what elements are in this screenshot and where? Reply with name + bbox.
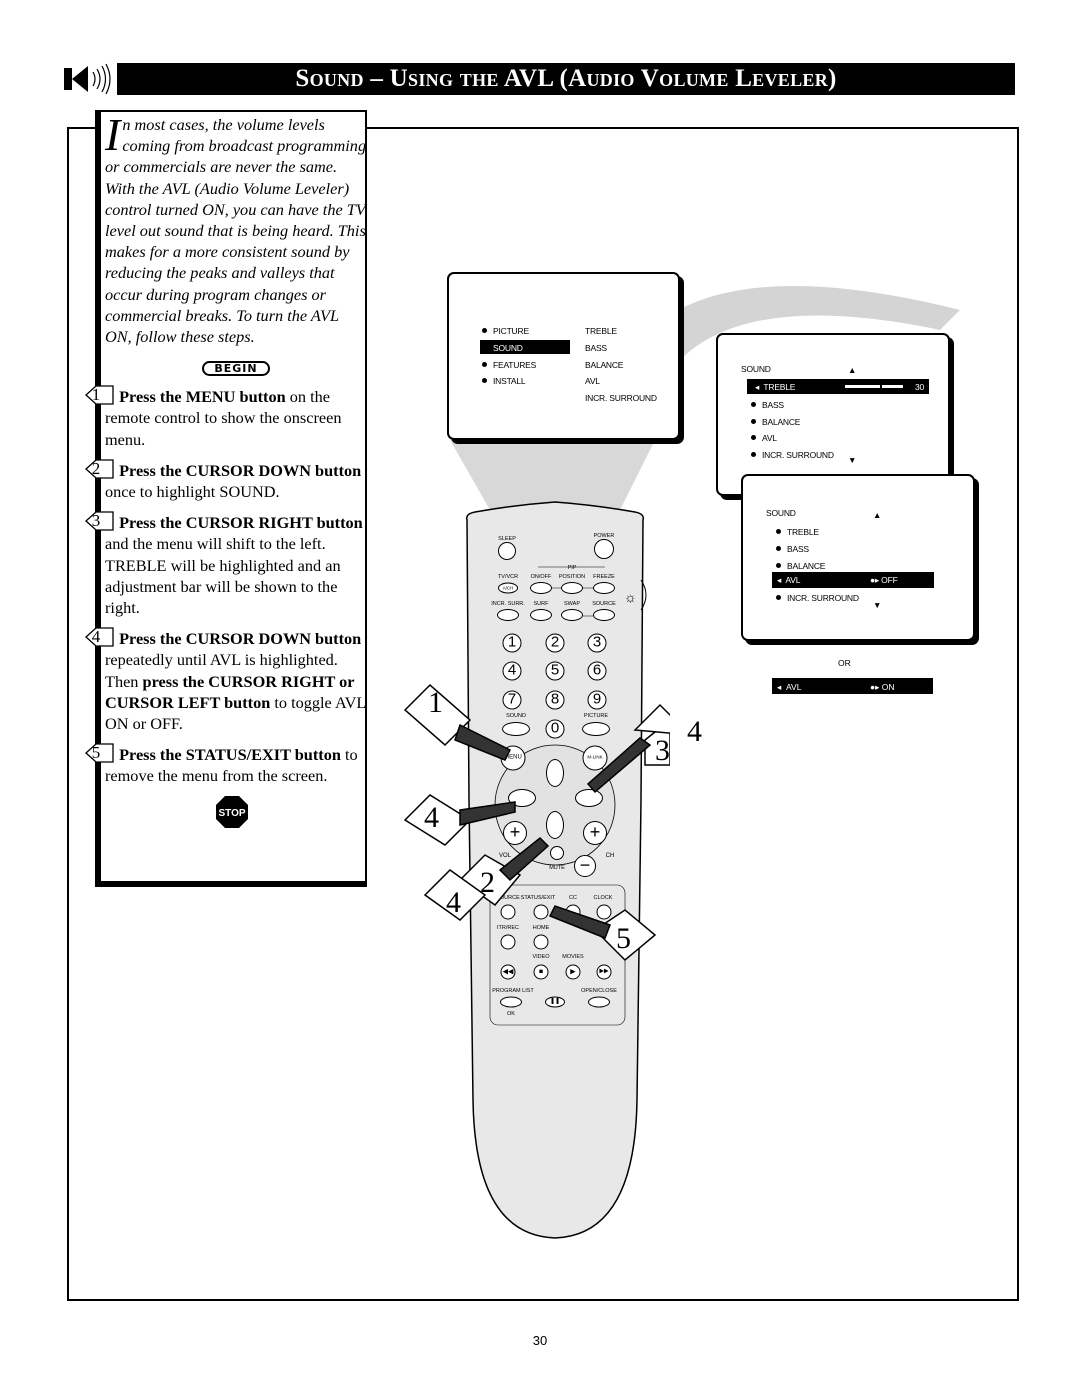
step-action: Press the CURSOR RIGHT button	[119, 513, 363, 533]
step-3: 3 Press the CURSOR RIGHT button and the …	[85, 510, 367, 618]
pip-onoff-label: ON/OFF	[530, 574, 552, 580]
digit-2-button[interactable]: 2	[545, 633, 565, 653]
menu-title: SOUND	[741, 364, 771, 374]
surf-button[interactable]	[530, 609, 552, 621]
step-action: Press the STATUS/EXIT button	[119, 745, 341, 765]
tvvcr-label: TV/VCR	[497, 574, 519, 580]
step-number-badge: 3	[85, 510, 115, 532]
callout-step-4: 4	[446, 886, 461, 919]
submenu-item: AVL	[585, 376, 600, 386]
step-5: 5 Press the STATUS/EXIT button to remove…	[85, 742, 367, 786]
sleep-button[interactable]	[498, 542, 516, 560]
speaker-icon	[62, 62, 112, 96]
pip-onoff-button[interactable]	[530, 582, 552, 594]
menu-item-features[interactable]: FEATURES	[482, 360, 536, 370]
digit-6-button[interactable]: 6	[587, 661, 607, 681]
source-label: SOURCE	[592, 601, 616, 607]
swap-label: SWAP	[564, 601, 580, 607]
pip-position-label: POSITION	[558, 574, 586, 580]
pip-position-button[interactable]	[561, 582, 583, 594]
program-list-label: PROGRAM LIST	[492, 988, 534, 994]
callout-step-1: 1	[428, 686, 443, 719]
or-label: OR	[838, 658, 851, 668]
step-number-badge: 5	[85, 742, 115, 764]
step-action: Press the CURSOR DOWN button	[119, 460, 362, 480]
a-ch-button[interactable]: A/CH	[498, 582, 518, 594]
intro-paragraph: In most cases, the volume levels coming …	[105, 109, 367, 347]
step-1: 1 Press the MENU button on the remote co…	[85, 384, 367, 450]
svg-text:STOP: STOP	[218, 808, 245, 819]
menu-item-install[interactable]: INSTALL	[482, 376, 526, 386]
source-button[interactable]	[593, 609, 615, 621]
menu-title: SOUND	[766, 508, 796, 518]
instructions-column: In most cases, the volume levels coming …	[85, 109, 367, 887]
program-list-ok-button[interactable]	[500, 996, 522, 1008]
intro-text: n most cases, the volume levels coming f…	[105, 115, 367, 347]
treble-level-bar[interactable]	[845, 385, 903, 388]
step-2: 2 Press the CURSOR DOWN button once to h…	[85, 458, 367, 502]
incr-surr-label: INCR. SURR.	[491, 601, 525, 607]
digit-5-button[interactable]: 5	[545, 661, 565, 681]
drop-cap: I	[105, 109, 121, 160]
step-action: Press the CURSOR DOWN button	[119, 629, 362, 649]
incr-surr-button[interactable]	[497, 609, 519, 621]
begin-badge: BEGIN	[202, 361, 270, 377]
swap-button[interactable]	[561, 609, 583, 621]
sound-menu-treble-screen: SOUND ▲ ◂ TREBLE 30 BASS BALANCE AVL INC…	[716, 333, 950, 496]
page-title: Sound – Using the AVL (Audio Volume Leve…	[117, 63, 1015, 95]
menu-item-sound-selected[interactable]: SOUND	[480, 340, 570, 354]
menu-item-avl-selected[interactable]: ◂ AVL ●▸ OFF	[772, 572, 934, 588]
digit-3-button[interactable]: 3	[587, 633, 607, 653]
callout-step-3: 3	[655, 734, 670, 767]
freeze-button[interactable]	[593, 582, 615, 594]
step-number-badge: 4	[85, 626, 115, 648]
page-number: 30	[532, 1333, 548, 1348]
pause-button[interactable]: ❚❚	[545, 996, 565, 1008]
submenu-item: BASS	[585, 343, 607, 353]
open-close-button[interactable]	[588, 996, 610, 1008]
stop-sign-icon: STOP	[216, 795, 248, 828]
power-button[interactable]	[594, 539, 614, 559]
step-number-badge: 2	[85, 458, 115, 480]
main-menu-screen: PICTURE SOUND FEATURES INSTALL TREBLE BA…	[447, 272, 680, 440]
digit-4-button[interactable]: 4	[502, 661, 522, 681]
surf-label: SURF	[533, 601, 549, 607]
callout-step-4: 4	[687, 715, 702, 748]
sound-menu-avl-screen: SOUND ▲ TREBLE BASS BALANCE ◂ AVL ●▸ OFF …	[741, 474, 975, 641]
step-4: 4 Press the CURSOR DOWN button repeatedl…	[85, 626, 367, 734]
menu-item-picture[interactable]: PICTURE	[482, 326, 529, 336]
callout-step-4: 4	[424, 801, 439, 834]
submenu-item: TREBLE	[585, 326, 617, 336]
ok-label: OK	[507, 1011, 515, 1017]
menu-item-treble-selected[interactable]: ◂ TREBLE 30	[747, 379, 929, 394]
freeze-label: FREEZE	[593, 574, 615, 580]
step-text: once to highlight SOUND.	[105, 482, 280, 502]
step-number-badge: 1	[85, 384, 115, 406]
callout-step-5: 5	[616, 922, 631, 955]
light-sensor-icon: ☼	[624, 591, 637, 606]
submenu-item: BALANCE	[585, 360, 624, 370]
avl-on-option: ◂ AVL ●▸ ON	[772, 678, 933, 694]
step-text: and the menu will shift to the left. TRE…	[105, 534, 341, 618]
open-close-label: OPEN/CLOSE	[581, 988, 617, 994]
callout-step-2: 2	[480, 866, 495, 899]
digit-1-button[interactable]: 1	[502, 633, 522, 653]
submenu-item: INCR. SURROUND	[585, 393, 657, 403]
step-action: Press the MENU button	[119, 387, 286, 407]
pip-label: PIP	[567, 565, 577, 571]
